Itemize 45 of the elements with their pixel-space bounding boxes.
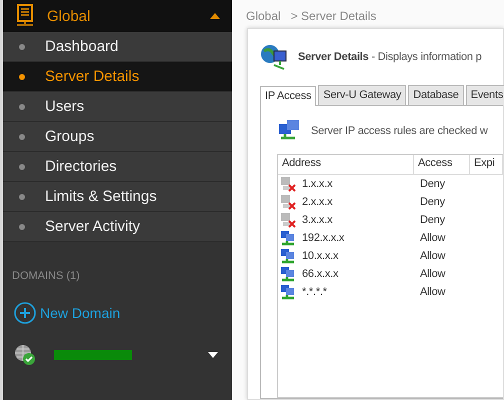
computer-network-icon — [280, 284, 296, 300]
caret-up-icon — [210, 13, 220, 19]
access-cell-text: Deny — [419, 196, 446, 208]
address-cell: 1.x.x.x — [302, 178, 332, 190]
sidebar-item[interactable]: Server Details — [3, 62, 232, 92]
tab[interactable]: Serv-U Gateway — [318, 85, 406, 105]
sidebar-item[interactable]: Limits & Settings — [3, 182, 232, 212]
computer-network-icon — [280, 230, 296, 246]
address-cell: 2.x.x.x — [302, 196, 332, 208]
global-menu-header[interactable]: Global — [3, 0, 232, 32]
access-cell-text: Allow — [419, 268, 446, 280]
computer-cross-icon — [280, 176, 296, 192]
access-cell-text: Allow — [419, 232, 446, 244]
globe-check-icon — [14, 344, 36, 366]
info-text: Server IP access rules are checked w — [311, 125, 488, 137]
server-icon — [15, 4, 35, 28]
address-cell: 10.x.x.x — [302, 250, 338, 262]
address-cell: *.*.*.* — [302, 286, 327, 298]
access-cell-text: Allow — [419, 250, 446, 262]
caret-down-icon[interactable] — [208, 352, 218, 358]
sidebar-item[interactable]: Server Activity — [3, 212, 232, 242]
address-cell: 192.x.x.x — [302, 232, 344, 244]
panel-title: Server Details - Displays information p — [298, 51, 482, 63]
address-cell: 66.x.x.x — [302, 268, 338, 280]
column-header[interactable]: Access — [414, 155, 470, 174]
column-header[interactable]: Expi — [470, 155, 503, 174]
domains-heading: DOMAINS (1) — [12, 270, 80, 282]
column-header[interactable]: Address — [278, 155, 414, 174]
tab[interactable]: Events — [466, 85, 504, 105]
tab[interactable]: IP Access — [260, 86, 316, 106]
computer-network-icon — [280, 266, 296, 282]
sidebar-item[interactable]: Directories — [3, 152, 232, 182]
computer-cross-icon — [280, 194, 296, 210]
tab[interactable]: Database — [408, 85, 464, 105]
new-domain-link[interactable]: New Domain — [14, 302, 120, 324]
access-cell-text: Allow — [419, 286, 446, 298]
address-cell: 3.x.x.x — [302, 214, 332, 226]
plus-circle-icon — [14, 302, 36, 324]
computer-network-icon — [280, 248, 296, 264]
sidebar-item[interactable]: Dashboard — [3, 32, 232, 62]
sidebar-item[interactable]: Users — [3, 92, 232, 122]
access-cell-text: Deny — [419, 214, 446, 226]
sidebar-item[interactable]: Groups — [3, 122, 232, 152]
computer-cross-icon — [280, 212, 296, 228]
access-cell-text: Deny — [419, 178, 446, 190]
